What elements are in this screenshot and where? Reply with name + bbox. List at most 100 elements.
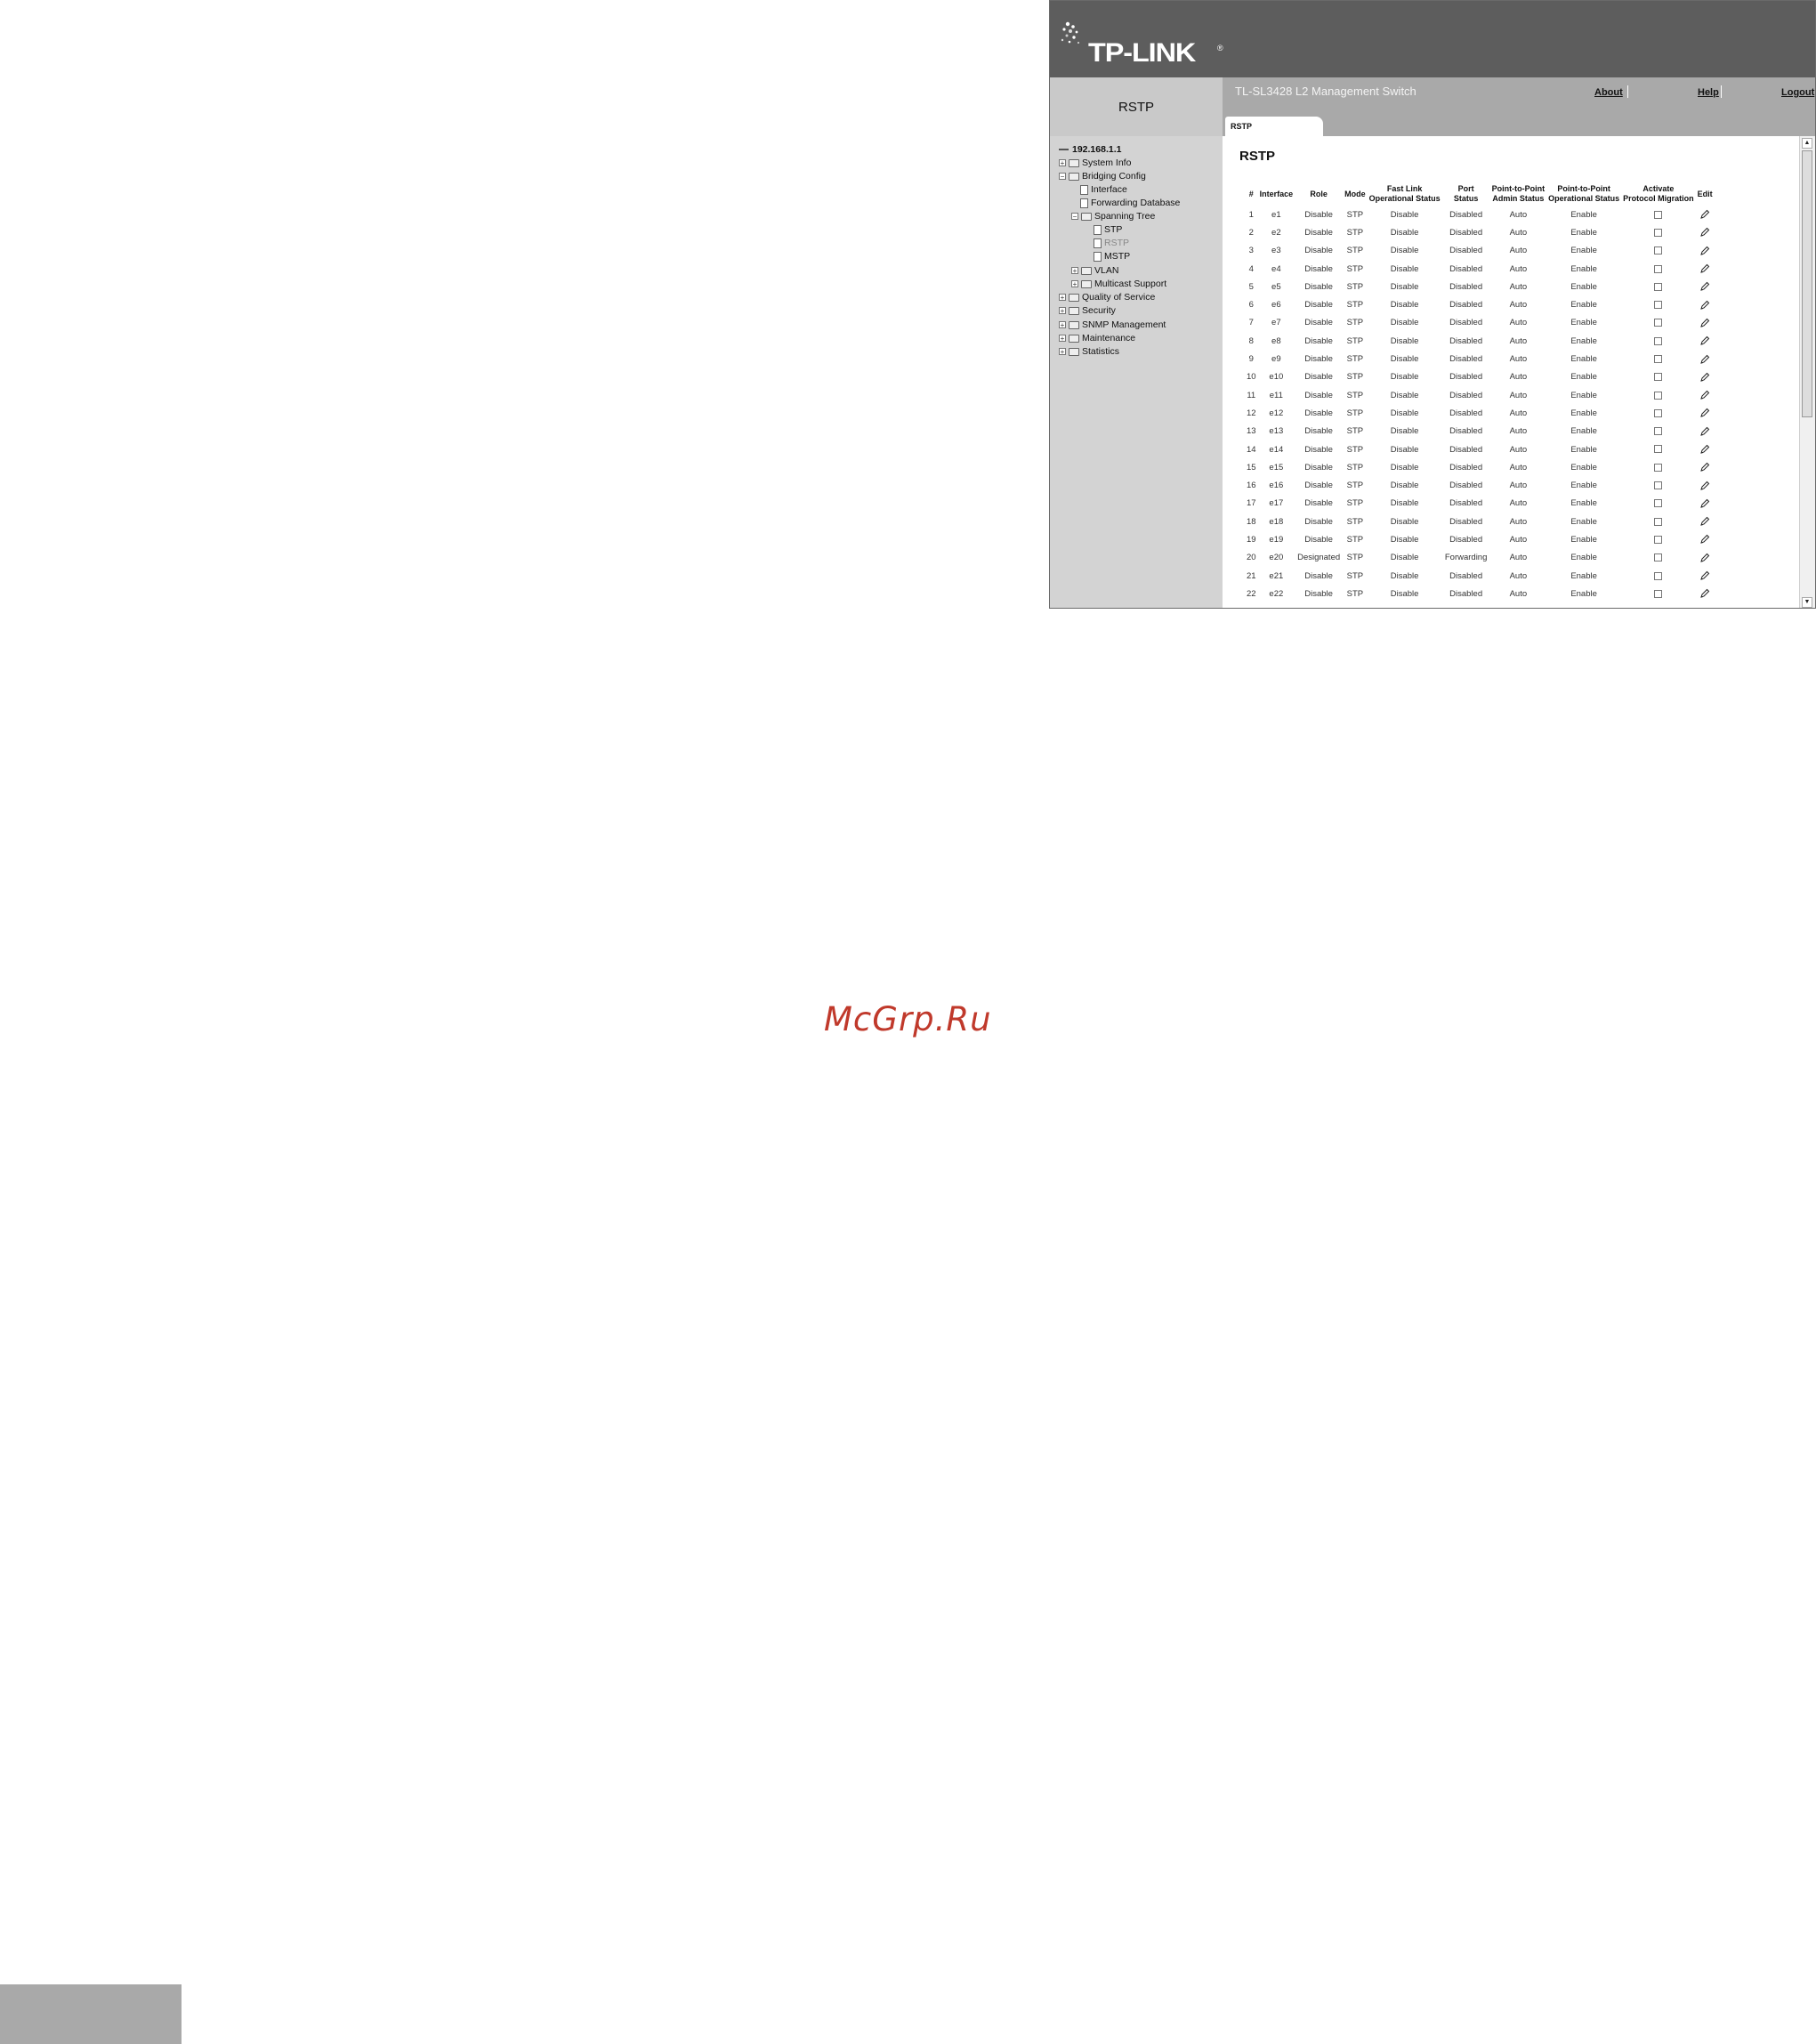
sidebar-item-stp[interactable]: STP <box>1094 223 1122 236</box>
activate-migration-checkbox[interactable] <box>1654 264 1663 273</box>
expand-icon[interactable]: + <box>1071 267 1078 275</box>
edit-pencil-icon[interactable] <box>1699 390 1710 400</box>
edit-pencil-icon[interactable] <box>1699 498 1710 509</box>
about-link[interactable]: About <box>1594 87 1623 98</box>
col-activate-line2: Protocol Migration <box>1623 194 1694 203</box>
expand-icon[interactable]: + <box>1059 307 1066 315</box>
edit-pencil-icon[interactable] <box>1699 534 1710 545</box>
activate-migration-checkbox[interactable] <box>1654 589 1663 598</box>
scroll-down-icon[interactable]: ▼ <box>1802 597 1812 608</box>
cell-role: Disable <box>1304 588 1333 599</box>
cell-edit <box>1696 549 1715 567</box>
activate-migration-checkbox[interactable] <box>1654 282 1663 291</box>
activate-migration-checkbox[interactable] <box>1654 553 1663 562</box>
activate-migration-checkbox[interactable] <box>1654 355 1663 363</box>
edit-pencil-icon[interactable] <box>1699 372 1710 383</box>
edit-pencil-icon[interactable] <box>1699 281 1710 292</box>
edit-pencil-icon[interactable] <box>1699 444 1710 455</box>
activate-migration-checkbox[interactable] <box>1654 319 1663 327</box>
edit-pencil-icon[interactable] <box>1699 408 1710 418</box>
collapse-icon[interactable]: − <box>1059 173 1066 181</box>
activate-migration-checkbox[interactable] <box>1654 427 1663 436</box>
sidebar-item-label: System Info <box>1082 158 1132 168</box>
collapse-icon[interactable]: − <box>1071 213 1078 221</box>
activate-migration-checkbox[interactable] <box>1654 246 1663 255</box>
expand-icon[interactable]: + <box>1059 321 1066 329</box>
sidebar-item-bridging-config[interactable]: − Bridging Config <box>1059 170 1146 182</box>
help-link[interactable]: Help <box>1698 87 1719 98</box>
edit-pencil-icon[interactable] <box>1699 553 1710 563</box>
expand-icon[interactable]: + <box>1059 335 1066 343</box>
sidebar-item-spanning-tree[interactable]: − Spanning Tree <box>1071 210 1155 222</box>
sidebar-item-forwarding-database[interactable]: Forwarding Database <box>1080 197 1180 209</box>
cell-p2p-admin: Auto <box>1509 372 1528 383</box>
sidebar-item-snmp-management[interactable]: + SNMP Management <box>1059 319 1166 331</box>
scrollbar-thumb[interactable] <box>1802 150 1812 417</box>
activate-migration-checkbox[interactable] <box>1654 481 1663 490</box>
table-row: 18 e18 Disable STP Disable Disabled Auto Enable <box>1245 513 1715 530</box>
vertical-scrollbar[interactable]: ▲ ▼ <box>1799 136 1815 608</box>
activate-migration-checkbox[interactable] <box>1654 463 1663 472</box>
cell-number: 12 <box>1247 408 1256 418</box>
sidebar-item-multicast-support[interactable]: + Multicast Support <box>1071 278 1166 290</box>
edit-pencil-icon[interactable] <box>1699 570 1710 581</box>
edit-pencil-icon[interactable] <box>1699 481 1710 491</box>
cell-role: Designated <box>1297 553 1341 563</box>
activate-migration-checkbox[interactable] <box>1654 301 1663 310</box>
edit-pencil-icon[interactable] <box>1699 246 1710 256</box>
product-name: TL-SL3428 L2 Management Switch <box>1235 85 1416 98</box>
expand-icon[interactable]: + <box>1059 348 1066 356</box>
edit-pencil-icon[interactable] <box>1699 426 1710 437</box>
edit-pencil-icon[interactable] <box>1699 263 1710 274</box>
table-row: 19 e19 Disable STP Disable Disabled Auto Enable <box>1245 530 1715 548</box>
edit-pencil-icon[interactable] <box>1699 354 1710 365</box>
tab-rstp[interactable]: RSTP <box>1225 117 1323 136</box>
edit-pencil-icon[interactable] <box>1699 227 1710 238</box>
activate-migration-checkbox[interactable] <box>1654 228 1663 237</box>
edit-pencil-icon[interactable] <box>1699 300 1710 311</box>
sidebar-item-quality-of-service[interactable]: + Quality of Service <box>1059 291 1155 303</box>
activate-migration-checkbox[interactable] <box>1654 391 1663 400</box>
cell-activate-migration <box>1621 314 1696 332</box>
cell-number: 4 <box>1248 263 1254 274</box>
cell-p2p-admin: Auto <box>1509 553 1528 563</box>
sidebar-item-security[interactable]: + Security <box>1059 304 1116 317</box>
activate-migration-checkbox[interactable] <box>1654 408 1663 417</box>
edit-pencil-icon[interactable] <box>1699 209 1710 220</box>
cell-edit <box>1696 223 1715 241</box>
table-row: 8 e8 Disable STP Disable Disabled Auto Enable <box>1245 332 1715 350</box>
expand-icon[interactable]: + <box>1059 294 1066 302</box>
cell-role: Disable <box>1304 516 1333 527</box>
page-icon <box>1094 224 1102 235</box>
edit-pencil-icon[interactable] <box>1699 462 1710 473</box>
activate-migration-checkbox[interactable] <box>1654 499 1663 508</box>
edit-pencil-icon[interactable] <box>1699 318 1710 328</box>
activate-migration-checkbox[interactable] <box>1654 210 1663 219</box>
activate-migration-checkbox[interactable] <box>1654 535 1663 544</box>
activate-migration-checkbox[interactable] <box>1654 336 1663 345</box>
table-row: 14 e14 Disable STP Disable Disabled Auto Enable <box>1245 440 1715 458</box>
edit-pencil-icon[interactable] <box>1699 588 1710 599</box>
expand-icon[interactable]: + <box>1059 159 1066 167</box>
activate-migration-checkbox[interactable] <box>1654 373 1663 382</box>
sidebar-item-maintenance[interactable]: + Maintenance <box>1059 332 1135 344</box>
edit-pencil-icon[interactable] <box>1699 335 1710 346</box>
sidebar-item-vlan[interactable]: + VLAN <box>1071 264 1118 277</box>
activate-migration-checkbox[interactable] <box>1654 445 1663 454</box>
sidebar-item-mstp[interactable]: MSTP <box>1094 250 1130 263</box>
cell-number: 15 <box>1247 462 1256 473</box>
cell-role: Disable <box>1304 354 1333 365</box>
sidebar-item-system-info[interactable]: + System Info <box>1059 157 1131 169</box>
activate-migration-checkbox[interactable] <box>1654 517 1663 526</box>
expand-icon[interactable]: + <box>1071 280 1078 288</box>
edit-pencil-icon[interactable] <box>1699 516 1710 527</box>
sidebar-item-interface[interactable]: Interface <box>1080 183 1127 196</box>
tree-root[interactable]: 192.168.1.1 <box>1059 143 1121 156</box>
cell-port-status: Disabled <box>1449 570 1483 581</box>
sidebar-item-statistics[interactable]: + Statistics <box>1059 345 1119 358</box>
cell-fast-link: Disable <box>1390 426 1419 437</box>
sidebar-item-rstp[interactable]: RSTP <box>1094 237 1129 249</box>
scroll-up-icon[interactable]: ▲ <box>1802 138 1812 149</box>
activate-migration-checkbox[interactable] <box>1654 571 1663 580</box>
logout-link[interactable]: Logout <box>1781 87 1814 98</box>
